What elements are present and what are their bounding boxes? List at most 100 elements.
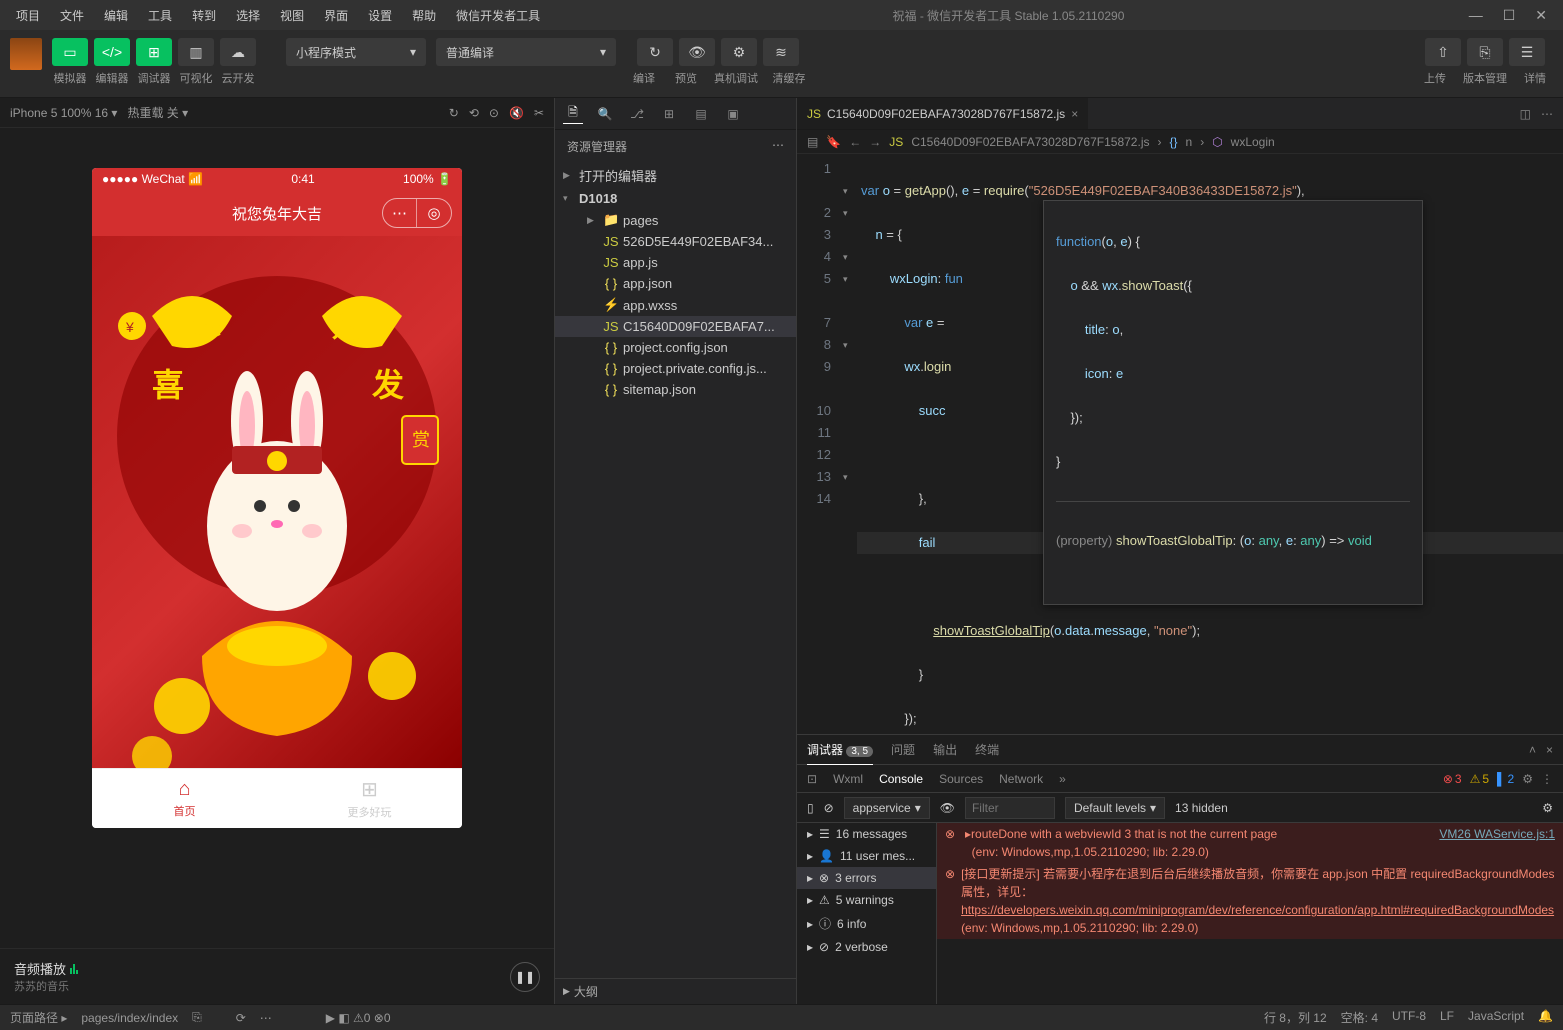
search-tab-icon[interactable]: 🔍 xyxy=(595,104,615,124)
version-button[interactable]: ⎘ xyxy=(1467,38,1503,66)
minimize-button[interactable]: — xyxy=(1469,7,1483,24)
remote-debug-button[interactable]: ⚙ xyxy=(721,38,757,66)
page-path[interactable]: pages/index/index xyxy=(81,1011,178,1025)
simulator-button[interactable]: ▭ xyxy=(52,38,88,66)
close-tab-icon[interactable]: × xyxy=(1071,107,1078,121)
doc-link[interactable]: https://developers.weixin.qq.com/minipro… xyxy=(961,903,1554,917)
outline-section[interactable]: ▶大纲 xyxy=(555,978,796,1004)
back-icon[interactable]: ⟲ xyxy=(469,106,479,120)
encoding-status[interactable]: UTF-8 xyxy=(1392,1009,1426,1026)
avatar[interactable] xyxy=(10,38,42,70)
hot-reload-select[interactable]: 热重载 关 ▾ xyxy=(127,104,188,121)
filter-6 info[interactable]: ▸ⓘ6 info xyxy=(797,911,936,936)
upload-button[interactable]: ⇧ xyxy=(1425,38,1461,66)
branch-tab-icon[interactable]: ⎇ xyxy=(627,104,647,124)
capsule-close-icon[interactable]: ◎ xyxy=(417,199,451,227)
device-select[interactable]: iPhone 5 100% 16 ▾ xyxy=(10,106,117,120)
file-sitemap.json[interactable]: { }sitemap.json xyxy=(555,379,796,400)
ext1-tab-icon[interactable]: ⊞ xyxy=(659,104,679,124)
menu-微信开发者工具[interactable]: 微信开发者工具 xyxy=(448,3,548,28)
menu-选择[interactable]: 选择 xyxy=(228,3,268,28)
levels-select[interactable]: Default levels ▾ xyxy=(1065,797,1165,819)
mode-select[interactable]: 小程序模式▾ xyxy=(286,38,426,66)
error-badge[interactable]: ⊗ 3 xyxy=(1443,772,1462,786)
eol-status[interactable]: LF xyxy=(1440,1009,1454,1026)
explorer-tab-icon[interactable]: 🗎 xyxy=(563,104,583,124)
tab-home[interactable]: ⌂ 首页 xyxy=(92,769,277,828)
sidebar-toggle-icon[interactable]: ▯ xyxy=(807,801,814,815)
panel-up-icon[interactable]: ˄ xyxy=(1529,743,1536,757)
filter-input[interactable] xyxy=(965,797,1055,819)
page-path-label[interactable]: 页面路径 ▸ xyxy=(10,1009,67,1026)
log-source-link[interactable]: VM26 WAService.js:1 xyxy=(1439,825,1555,861)
detail-button[interactable]: ☰ xyxy=(1509,38,1545,66)
menu-界面[interactable]: 界面 xyxy=(316,3,356,28)
gear-icon[interactable]: ⚙ xyxy=(1522,772,1533,786)
menu-帮助[interactable]: 帮助 xyxy=(404,3,444,28)
info-badge[interactable]: ▌2 xyxy=(1497,772,1514,786)
output-tab[interactable]: 输出 xyxy=(933,735,957,764)
rotate-icon[interactable]: ↻ xyxy=(449,106,459,120)
file-app.wxss[interactable]: ⚡app.wxss xyxy=(555,294,796,316)
cursor-position[interactable]: 行 8，列 12 xyxy=(1264,1009,1327,1026)
split-icon[interactable]: ◫ xyxy=(1520,107,1531,121)
file-project.config.json[interactable]: { }project.config.json xyxy=(555,337,796,358)
settings-gear-icon[interactable]: ⚙ xyxy=(1542,801,1553,815)
pause-button[interactable]: ❚❚ xyxy=(510,962,540,992)
file-C15640D09F02EBAFA7...[interactable]: JSC15640D09F02EBAFA7... xyxy=(555,316,796,337)
mute-icon[interactable]: 🔇 xyxy=(509,106,524,120)
copy-icon[interactable]: ⎘ xyxy=(192,1010,202,1025)
sources-tab[interactable]: Sources xyxy=(939,772,983,786)
filter-3 errors[interactable]: ▸⊗3 errors xyxy=(797,867,936,889)
bell-icon[interactable]: 🔔 xyxy=(1538,1009,1553,1026)
console-error-row[interactable]: ⊗ [接口更新提示] 若需要小程序在退到后台后继续播放音频，你需要在 app.j… xyxy=(937,863,1563,939)
file-526D5E449F02EBAF34...[interactable]: JS526D5E449F02EBAF34... xyxy=(555,231,796,252)
refresh-icon[interactable]: ⟳ xyxy=(236,1011,246,1025)
maximize-button[interactable]: ☐ xyxy=(1503,7,1516,24)
context-select[interactable]: appservice ▾ xyxy=(844,797,930,819)
capsule-menu-icon[interactable]: ⋯ xyxy=(383,199,417,227)
editor-tab[interactable]: JS C15640D09F02EBAFA73028D767F15872.js × xyxy=(797,98,1089,129)
network-tab[interactable]: Network xyxy=(999,772,1043,786)
app-canvas[interactable]: 恭 财 喜 发 xyxy=(92,236,462,768)
file-app.json[interactable]: { }app.json xyxy=(555,273,796,294)
more-status-icon[interactable]: ⋯ xyxy=(260,1011,272,1025)
devtools-toggle-icon[interactable]: ⊡ xyxy=(807,772,817,786)
breadcrumb-file[interactable]: C15640D09F02EBAFA73028D767F15872.js xyxy=(911,135,1149,149)
root-folder[interactable]: ▾D1018 xyxy=(555,188,796,209)
bookmark-icon[interactable]: 🔖 xyxy=(826,135,841,149)
more-icon[interactable]: ⋯ xyxy=(1541,107,1553,121)
debugger-button[interactable]: ⊞ xyxy=(136,38,172,66)
menu-转到[interactable]: 转到 xyxy=(184,3,224,28)
problems-tab[interactable]: 问题 xyxy=(891,735,915,764)
editor-button[interactable]: </> xyxy=(94,38,130,66)
preview-button[interactable]: 👁 xyxy=(679,38,715,66)
toggle-icon[interactable]: ▤ xyxy=(807,135,818,149)
kebab-icon[interactable]: ⋮ xyxy=(1541,772,1553,786)
console-tab[interactable]: Console xyxy=(879,772,923,786)
file-pages[interactable]: ▶📁pages xyxy=(555,209,796,231)
filter-16 messages[interactable]: ▸☰16 messages xyxy=(797,823,936,845)
tab-more[interactable]: ⊞ 更多好玩 xyxy=(277,769,462,828)
filter-5 warnings[interactable]: ▸⚠5 warnings xyxy=(797,889,936,911)
clear-console-icon[interactable]: ⊘ xyxy=(824,801,834,815)
console-error-row[interactable]: ⊗ ▸routeDone with a webviewId 3 that is … xyxy=(937,823,1563,863)
language-status[interactable]: JavaScript xyxy=(1468,1009,1524,1026)
cloud-button[interactable]: ☁ xyxy=(220,38,256,66)
file-project.private.config.js...[interactable]: { }project.private.config.js... xyxy=(555,358,796,379)
warn-badge[interactable]: ⚠ 5 xyxy=(1470,772,1489,786)
visual-button[interactable]: ▥ xyxy=(178,38,214,66)
compile-button[interactable]: ↻ xyxy=(637,38,673,66)
hidden-count[interactable]: 13 hidden xyxy=(1175,801,1228,815)
close-button[interactable]: ✕ xyxy=(1535,7,1547,24)
clear-cache-button[interactable]: ≋ xyxy=(763,38,799,66)
filter-11 user mes...[interactable]: ▸👤11 user mes... xyxy=(797,845,936,867)
eye-icon[interactable]: 👁 xyxy=(940,801,955,815)
home-icon[interactable]: ⊙ xyxy=(489,106,499,120)
cut-icon[interactable]: ✂ xyxy=(534,106,544,120)
breadcrumb-obj[interactable]: n xyxy=(1186,135,1193,149)
nav-fwd-icon[interactable]: → xyxy=(869,135,881,149)
debugger-tab[interactable]: 调试器 3, 5 xyxy=(807,735,873,765)
menu-设置[interactable]: 设置 xyxy=(360,3,400,28)
ext3-tab-icon[interactable]: ▣ xyxy=(723,104,743,124)
